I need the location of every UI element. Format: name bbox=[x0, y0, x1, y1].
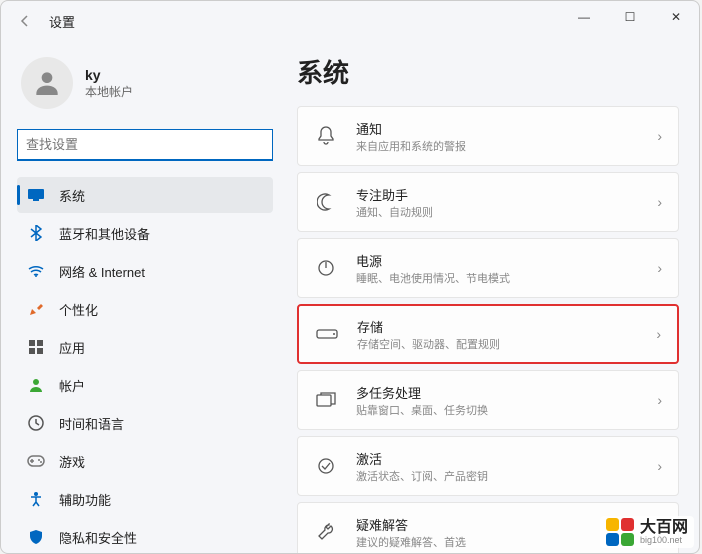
chevron-right-icon: › bbox=[656, 326, 661, 342]
chevron-right-icon: › bbox=[657, 458, 662, 474]
system-icon bbox=[27, 186, 45, 204]
watermark: 大百网 big100.net bbox=[600, 516, 694, 548]
nav-item-personalize[interactable]: 个性化 bbox=[17, 291, 273, 327]
privacy-icon bbox=[27, 528, 45, 546]
setting-item-power[interactable]: 电源睡眠、电池使用情况、节电模式› bbox=[297, 238, 679, 298]
nav-label: 时间和语言 bbox=[59, 414, 124, 433]
watermark-sub: big100.net bbox=[640, 536, 688, 545]
sidebar: ky 本地帐户 系统蓝牙和其他设备网络 & Internet 个性化应用帐户时间和… bbox=[1, 41, 281, 553]
setting-item-storage[interactable]: 存储存储空间、驱动器、配置规则› bbox=[297, 304, 679, 364]
watermark-logo-icon bbox=[606, 518, 634, 546]
person-icon bbox=[31, 67, 63, 99]
nav-item-privacy[interactable]: 隐私和安全性 bbox=[17, 519, 273, 553]
drive-icon bbox=[315, 322, 339, 346]
setting-item-multitask[interactable]: 多任务处理贴靠窗口、桌面、任务切换› bbox=[297, 370, 679, 430]
window-title: 设置 bbox=[49, 12, 75, 31]
setting-item-notifications[interactable]: 通知来自应用和系统的警报› bbox=[297, 106, 679, 166]
setting-title: 通知 bbox=[356, 119, 657, 138]
gaming-icon bbox=[27, 452, 45, 470]
nav-label: 系统 bbox=[59, 186, 85, 205]
power-icon bbox=[314, 256, 338, 280]
nav-label: 辅助功能 bbox=[59, 490, 111, 509]
nav-label: 个性化 bbox=[59, 300, 98, 319]
setting-title: 电源 bbox=[356, 251, 657, 270]
chevron-right-icon: › bbox=[657, 194, 662, 210]
nav-item-time[interactable]: 时间和语言 bbox=[17, 405, 273, 441]
chevron-right-icon: › bbox=[657, 260, 662, 276]
page-title: 系统 bbox=[297, 53, 679, 90]
moon-icon bbox=[314, 190, 338, 214]
bell-icon bbox=[314, 124, 338, 148]
nav-label: 应用 bbox=[59, 338, 85, 357]
setting-desc: 来自应用和系统的警报 bbox=[356, 138, 657, 154]
setting-title: 专注助手 bbox=[356, 185, 657, 204]
nav-item-apps[interactable]: 应用 bbox=[17, 329, 273, 365]
setting-desc: 睡眠、电池使用情况、节电模式 bbox=[356, 270, 657, 286]
search-input-wrapper[interactable] bbox=[17, 129, 273, 161]
setting-desc: 激活状态、订阅、产品密钥 bbox=[356, 468, 657, 484]
time-icon bbox=[27, 414, 45, 432]
nav-item-gaming[interactable]: 游戏 bbox=[17, 443, 273, 479]
network-icon bbox=[27, 262, 45, 280]
chevron-right-icon: › bbox=[657, 128, 662, 144]
back-button[interactable] bbox=[9, 5, 41, 37]
nav-label: 隐私和安全性 bbox=[59, 528, 137, 547]
setting-title: 存储 bbox=[357, 317, 656, 336]
setting-desc: 存储空间、驱动器、配置规则 bbox=[357, 336, 656, 352]
setting-title: 多任务处理 bbox=[356, 383, 657, 402]
nav-item-network[interactable]: 网络 & Internet bbox=[17, 253, 273, 289]
nav-item-accounts[interactable]: 帐户 bbox=[17, 367, 273, 403]
nav-label: 帐户 bbox=[59, 376, 85, 395]
wrench-icon bbox=[314, 520, 338, 544]
nav-list: 系统蓝牙和其他设备网络 & Internet 个性化应用帐户时间和语言游戏辅助功能… bbox=[17, 177, 273, 553]
bluetooth-icon bbox=[27, 224, 45, 242]
accessibility-icon bbox=[27, 490, 45, 508]
setting-item-activation[interactable]: 激活激活状态、订阅、产品密钥› bbox=[297, 436, 679, 496]
setting-desc: 通知、自动规则 bbox=[356, 204, 657, 220]
profile-name: ky bbox=[85, 67, 133, 83]
back-arrow-icon bbox=[17, 13, 33, 29]
check-icon bbox=[314, 454, 338, 478]
nav-label: 蓝牙和其他设备 bbox=[59, 224, 150, 243]
nav-label: 游戏 bbox=[59, 452, 85, 471]
personalize-icon bbox=[27, 300, 45, 318]
profile-section[interactable]: ky 本地帐户 bbox=[17, 49, 273, 125]
close-button[interactable]: ✕ bbox=[653, 1, 699, 33]
nav-item-bluetooth[interactable]: 蓝牙和其他设备 bbox=[17, 215, 273, 251]
setting-title: 激活 bbox=[356, 449, 657, 468]
nav-label: 网络 & Internet bbox=[59, 262, 145, 281]
minimize-button[interactable]: — bbox=[561, 1, 607, 33]
search-input[interactable] bbox=[26, 137, 264, 152]
multitask-icon bbox=[314, 388, 338, 412]
titlebar: 设置 — ☐ ✕ bbox=[1, 1, 699, 41]
apps-icon bbox=[27, 338, 45, 356]
setting-item-focus[interactable]: 专注助手通知、自动规则› bbox=[297, 172, 679, 232]
nav-item-accessibility[interactable]: 辅助功能 bbox=[17, 481, 273, 517]
maximize-button[interactable]: ☐ bbox=[607, 1, 653, 33]
watermark-main: 大百网 bbox=[640, 520, 688, 536]
main-content: 系统 通知来自应用和系统的警报›专注助手通知、自动规则›电源睡眠、电池使用情况、… bbox=[281, 41, 699, 553]
accounts-icon bbox=[27, 376, 45, 394]
setting-list: 通知来自应用和系统的警报›专注助手通知、自动规则›电源睡眠、电池使用情况、节电模… bbox=[297, 106, 679, 553]
profile-subtitle: 本地帐户 bbox=[85, 83, 133, 100]
nav-item-system[interactable]: 系统 bbox=[17, 177, 273, 213]
setting-desc: 贴靠窗口、桌面、任务切换 bbox=[356, 402, 657, 418]
avatar bbox=[21, 57, 73, 109]
chevron-right-icon: › bbox=[657, 392, 662, 408]
